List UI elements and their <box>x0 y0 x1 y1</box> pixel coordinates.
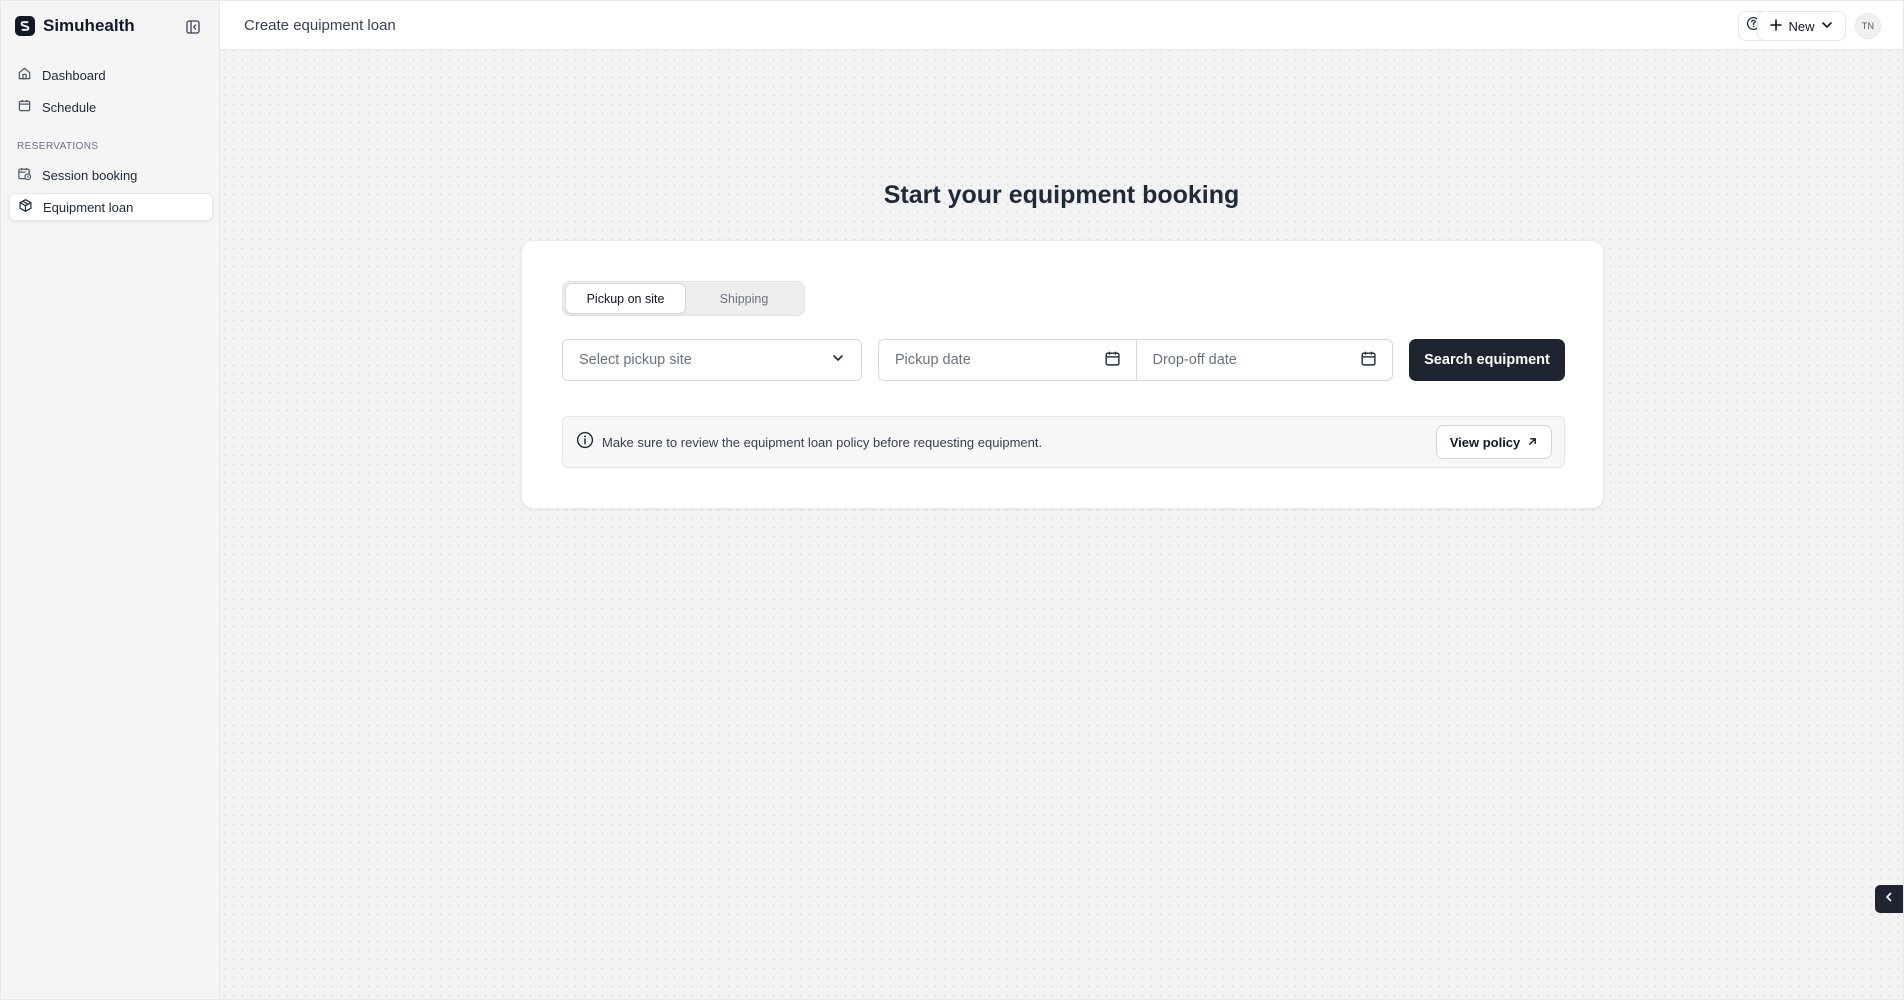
pickup-date-field[interactable]: Pickup date <box>879 340 1136 380</box>
sidebar-item-dashboard[interactable]: Dashboard <box>9 61 213 89</box>
view-policy-label: View policy <box>1449 434 1521 450</box>
info-icon <box>576 431 594 454</box>
main-content: Create equipment loan New TN Start your … <box>220 1 1903 999</box>
sidebar-item-schedule[interactable]: Schedule <box>9 93 213 121</box>
sidebar-item-label: Dashboard <box>42 67 106 83</box>
booking-card: Pickup on site Shipping Select pickup si… <box>521 240 1604 509</box>
app-window: Simuhealth Dashboard Schedule RESERVATIO… <box>0 0 1904 1000</box>
new-button-label: New <box>1788 18 1815 34</box>
sidebar-item-label: Session booking <box>42 167 138 183</box>
topbar: Create equipment loan New TN <box>220 1 1903 50</box>
reservations-section-label: RESERVATIONS <box>17 141 99 152</box>
sidebar: Simuhealth Dashboard Schedule RESERVATIO… <box>1 1 220 999</box>
package-icon <box>18 198 33 216</box>
booking-heading: Start your equipment booking <box>883 181 1240 209</box>
brand-name: Simuhealth <box>43 16 135 35</box>
sidebar-item-label: Equipment loan <box>43 199 134 215</box>
tab-pickup-on-site[interactable]: Pickup on site <box>565 283 686 314</box>
chevron-down-icon <box>1821 19 1833 34</box>
calendar-icon[interactable] <box>1104 350 1121 371</box>
calendar-icon <box>17 98 32 116</box>
user-avatar[interactable]: TN <box>1855 13 1881 39</box>
policy-notice-text: Make sure to review the equipment loan p… <box>602 434 1043 450</box>
chevron-left-icon <box>1883 890 1895 908</box>
chevron-down-icon <box>831 351 845 369</box>
tab-shipping[interactable]: Shipping <box>686 283 802 314</box>
sidebar-collapse-icon[interactable] <box>184 18 202 36</box>
page-title: Create equipment loan <box>244 17 396 34</box>
pickup-site-placeholder: Select pickup site <box>579 352 692 368</box>
plus-icon <box>1770 18 1783 34</box>
search-equipment-button[interactable]: Search equipment <box>1409 339 1565 381</box>
calendar-clock-icon <box>17 166 32 184</box>
sidebar-item-equipment-loan[interactable]: Equipment loan <box>9 193 213 221</box>
pickup-date-placeholder: Pickup date <box>895 352 971 368</box>
simuhealth-logo-icon <box>15 16 35 36</box>
delivery-mode-toggle: Pickup on site Shipping <box>562 281 805 316</box>
policy-notice: Make sure to review the equipment loan p… <box>562 416 1565 468</box>
dropoff-date-placeholder: Drop-off date <box>1152 352 1237 368</box>
sidebar-item-label: Schedule <box>42 99 97 115</box>
arrow-up-right-icon <box>1527 435 1538 450</box>
brand[interactable]: Simuhealth <box>15 16 135 36</box>
calendar-icon[interactable] <box>1360 350 1377 371</box>
panel-expand-tab[interactable] <box>1875 885 1903 913</box>
view-policy-button[interactable]: View policy <box>1436 425 1552 459</box>
date-range-picker: Pickup date Drop-off date <box>878 339 1393 381</box>
new-button[interactable]: New <box>1757 11 1846 41</box>
pickup-site-select[interactable]: Select pickup site <box>562 339 862 381</box>
dropoff-date-field[interactable]: Drop-off date <box>1135 340 1393 380</box>
sidebar-item-session-booking[interactable]: Session booking <box>9 161 213 189</box>
home-icon <box>17 66 32 84</box>
